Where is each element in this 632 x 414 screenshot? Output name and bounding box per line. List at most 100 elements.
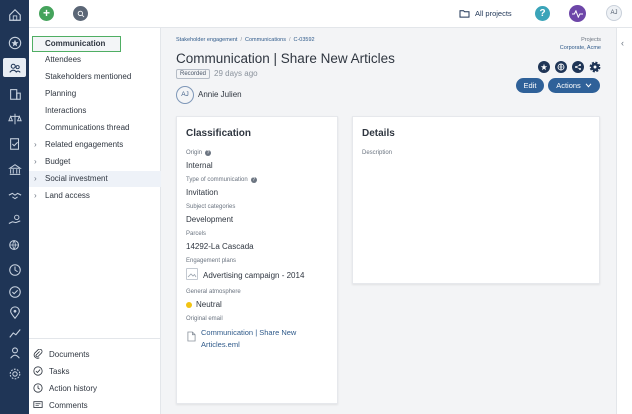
nav-label: Social investment	[45, 174, 108, 183]
projects-label: Projects	[581, 37, 601, 43]
details-card: Details Description	[352, 116, 600, 284]
origin-label: Origin?	[186, 150, 212, 156]
institution-icon[interactable]	[5, 160, 24, 179]
chevron-right-icon: ›	[34, 191, 37, 200]
document-check-icon[interactable]	[5, 134, 24, 153]
history-icon	[33, 383, 43, 393]
parcels-value[interactable]: 14292-La Cascada	[186, 242, 254, 251]
record-sidenav: Communication Attendees Stakeholders men…	[29, 28, 161, 414]
hand-coin-icon[interactable]	[5, 210, 24, 229]
check-circle-rail-icon[interactable]	[5, 282, 24, 301]
location-pin-icon[interactable]	[5, 303, 24, 322]
chevron-right-icon: ›	[34, 140, 37, 149]
subject-label: Subject categories	[186, 204, 236, 210]
nav-communications-thread[interactable]: Communications thread	[29, 120, 161, 136]
user-icon[interactable]	[5, 343, 24, 362]
share-icon	[575, 64, 581, 70]
right-panel-toggle[interactable]: ‹	[616, 28, 632, 414]
building-icon[interactable]	[5, 84, 24, 103]
nav-attendees[interactable]: Attendees	[29, 52, 161, 68]
nav-stakeholders-mentioned[interactable]: Stakeholders mentioned	[29, 69, 161, 85]
trend-line-icon[interactable]	[5, 323, 24, 342]
add-button[interactable]: +	[39, 6, 54, 21]
nav-budget[interactable]: › Budget	[29, 154, 161, 170]
owner-name[interactable]: Annie Julien	[198, 90, 242, 99]
star-icon	[540, 63, 548, 71]
record-main: Stakeholder engagement / Communications / C-…	[161, 28, 616, 414]
type-label: Type of communication?	[186, 177, 257, 183]
nav-label: Land access	[45, 191, 90, 200]
atmosphere-label: General atmosphere	[186, 289, 241, 295]
folder-icon	[459, 10, 470, 18]
activity-button[interactable]	[569, 5, 586, 22]
nav-land-access[interactable]: › Land access	[29, 188, 161, 204]
classification-card: Classification Origin? Internal Type of …	[176, 116, 338, 404]
nav-label: Budget	[45, 157, 71, 166]
actions-label: Actions	[556, 81, 581, 90]
chevron-right-icon: ›	[34, 174, 37, 183]
user-avatar[interactable]: AJ	[606, 5, 622, 21]
help-button[interactable]: ?	[535, 6, 550, 21]
help-icon[interactable]: ?	[250, 177, 257, 183]
share-button[interactable]	[572, 61, 584, 73]
edit-button[interactable]: Edit	[516, 78, 544, 93]
description-label: Description	[362, 150, 393, 156]
record-action-icons	[538, 61, 601, 73]
clock-icon[interactable]	[5, 260, 24, 279]
comment-icon	[33, 401, 43, 408]
nav-related-engagements[interactable]: › Related engagements	[29, 137, 161, 153]
paperclip-icon	[33, 349, 43, 359]
globe-gear-icon[interactable]	[5, 235, 24, 254]
subject-value: Development	[186, 215, 234, 224]
pulse-icon	[572, 9, 583, 18]
app-rail	[0, 0, 29, 414]
parcels-label: Parcels	[186, 231, 207, 237]
globe-icon	[557, 63, 565, 71]
nav-documents[interactable]: Documents	[33, 347, 89, 361]
nav-label: Communication	[45, 39, 106, 48]
nav-interactions[interactable]: Interactions	[29, 103, 161, 119]
nav-label: Stakeholders mentioned	[45, 72, 132, 81]
globe-button[interactable]	[555, 61, 567, 73]
breadcrumb-link[interactable]: Communications	[245, 37, 286, 43]
actions-button[interactable]: Actions	[548, 78, 600, 93]
top-bar: + All projects ? AJ	[29, 0, 632, 28]
plans-value[interactable]: Advertising campaign - 2014	[203, 271, 304, 280]
status-badge: Recorded	[176, 69, 211, 79]
help-icon[interactable]: ?	[205, 150, 212, 156]
origin-value: Internal	[186, 161, 213, 170]
projects-value[interactable]: Corporate, Acme	[560, 45, 601, 51]
nav-label: Planning	[45, 89, 77, 98]
home-icon[interactable]	[5, 5, 24, 24]
breadcrumb-link[interactable]: Stakeholder engagement	[176, 37, 237, 43]
chevron-left-icon: ‹	[621, 38, 624, 48]
nav-tasks[interactable]: Tasks	[33, 364, 69, 378]
all-projects-button[interactable]: All projects	[459, 9, 512, 18]
owner-avatar[interactable]: AJ	[176, 86, 194, 104]
nav-label: Documents	[49, 349, 90, 359]
nav-action-history[interactable]: Action history	[33, 381, 97, 395]
nav-label: Action history	[49, 383, 98, 393]
handshake-icon[interactable]	[5, 186, 24, 205]
email-file-link[interactable]: Communication | Share New Articles.eml	[201, 327, 311, 351]
card-title: Classification	[186, 128, 252, 139]
nav-social-investment[interactable]: › Social investment	[29, 171, 161, 187]
nav-communication[interactable]: Communication	[32, 36, 121, 52]
nav-label: Interactions	[45, 106, 87, 115]
check-circle-icon	[33, 366, 43, 376]
search-button[interactable]	[73, 6, 88, 21]
settings-icon[interactable]	[5, 364, 24, 383]
settings-button[interactable]	[589, 61, 601, 73]
breadcrumb: Stakeholder engagement / Communications / C-…	[176, 37, 315, 43]
nav-planning[interactable]: Planning	[29, 86, 161, 102]
star-icon[interactable]	[5, 33, 24, 52]
card-title: Details	[362, 128, 395, 139]
scales-icon[interactable]	[5, 109, 24, 128]
type-value: Invitation	[186, 188, 219, 197]
star-button[interactable]	[538, 61, 550, 73]
sidenav-bottom: Documents Tasks Action history Comments	[29, 338, 161, 410]
nav-comments[interactable]: Comments	[33, 398, 88, 412]
atmosphere-dot	[186, 301, 192, 308]
stakeholders-icon[interactable]	[3, 58, 26, 77]
page-title: Communication | Share New Articles	[176, 51, 395, 66]
